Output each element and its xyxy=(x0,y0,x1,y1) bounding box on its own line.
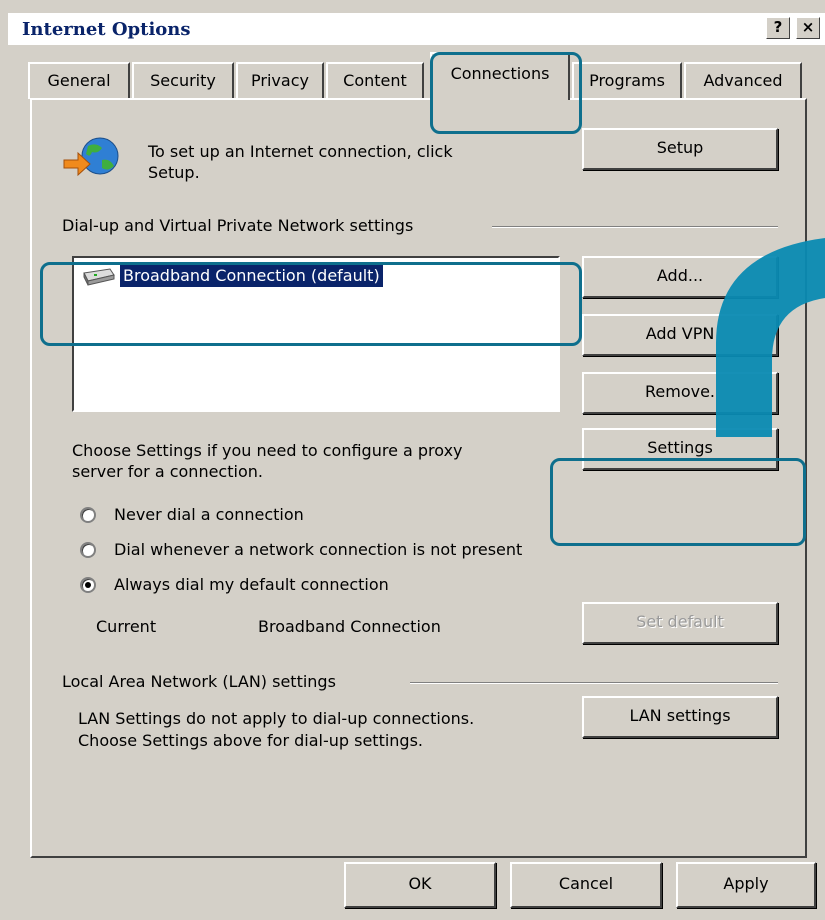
network-globe-icon xyxy=(63,137,119,177)
internet-options-dialog: Internet Options ? × General Security Pr… xyxy=(0,0,825,920)
proxy-text-line2: server for a connection. xyxy=(72,462,263,481)
connection-label: Broadband Connection (default) xyxy=(120,265,383,287)
settings-button[interactable]: Settings xyxy=(582,428,778,470)
current-connection-value: Broadband Connection xyxy=(258,617,441,636)
setup-text-line2: Setup. xyxy=(148,163,200,182)
proxy-text-line1: Choose Settings if you need to configure… xyxy=(72,441,463,460)
dial-whenever-label: Dial whenever a network connection is no… xyxy=(114,540,523,559)
remove-button[interactable]: Remove. xyxy=(582,372,778,414)
tab-advanced[interactable]: Advanced xyxy=(684,62,802,99)
list-item[interactable]: Broadband Connection (default) xyxy=(80,263,383,289)
dialup-section-label: Dial-up and Virtual Private Network sett… xyxy=(62,216,414,235)
add-vpn-button[interactable]: Add VPN xyxy=(582,314,778,356)
tab-privacy[interactable]: Privacy xyxy=(236,62,324,99)
add-button[interactable]: Add... xyxy=(582,256,778,298)
lan-section-label: Local Area Network (LAN) settings xyxy=(62,672,336,691)
tab-content[interactable]: Content xyxy=(326,62,424,99)
never-dial-label: Never dial a connection xyxy=(114,505,304,524)
setup-text-line1: To set up an Internet connection, click xyxy=(148,142,453,161)
current-label: Current xyxy=(96,617,157,636)
dial-whenever-radio[interactable] xyxy=(80,542,96,558)
tab-security[interactable]: Security xyxy=(132,62,234,99)
lan-text-line1: LAN Settings do not apply to dial-up con… xyxy=(78,709,475,728)
lan-separator xyxy=(410,682,778,684)
close-button[interactable]: × xyxy=(796,17,820,39)
apply-button[interactable]: Apply xyxy=(676,862,816,908)
modem-icon xyxy=(83,268,115,286)
window-title: Internet Options xyxy=(22,19,191,40)
always-dial-radio[interactable] xyxy=(80,577,96,593)
never-dial-radio[interactable] xyxy=(80,507,96,523)
tab-general[interactable]: General xyxy=(28,62,130,99)
help-button[interactable]: ? xyxy=(766,17,790,39)
cancel-button[interactable]: Cancel xyxy=(510,862,662,908)
connection-list[interactable]: Broadband Connection (default) xyxy=(72,256,560,412)
lan-settings-button[interactable]: LAN settings xyxy=(582,696,778,738)
ok-button[interactable]: OK xyxy=(344,862,496,908)
setup-button[interactable]: Setup xyxy=(582,128,778,170)
tab-programs[interactable]: Programs xyxy=(572,62,682,99)
set-default-button[interactable]: Set default xyxy=(582,602,778,644)
lan-text-line2: Choose Settings above for dial-up settin… xyxy=(78,731,423,750)
title-bar: Internet Options ? × xyxy=(8,13,825,45)
tab-connections[interactable]: Connections xyxy=(430,52,570,100)
dialup-separator xyxy=(492,226,778,228)
always-dial-label: Always dial my default connection xyxy=(114,575,389,594)
